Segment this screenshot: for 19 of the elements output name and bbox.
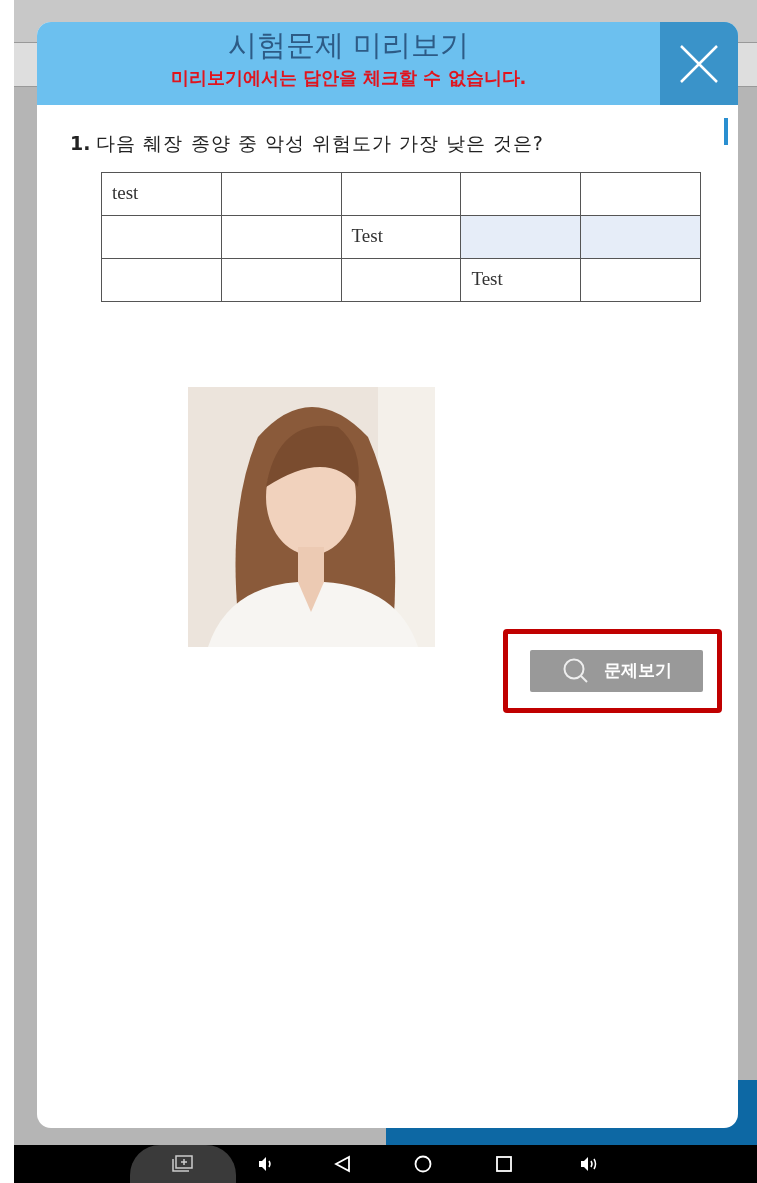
back-icon[interactable]: [334, 1155, 352, 1173]
home-icon[interactable]: [414, 1155, 432, 1173]
scroll-indicator: [724, 118, 728, 145]
volume-down-icon[interactable]: [258, 1156, 274, 1172]
question-number: 1.: [70, 131, 91, 156]
close-icon: [679, 43, 719, 84]
volume-up-icon[interactable]: [580, 1156, 598, 1172]
close-button[interactable]: [660, 22, 738, 105]
table-cell: Test: [460, 258, 581, 301]
screenshot-button[interactable]: [130, 1145, 236, 1183]
search-icon: [561, 656, 590, 685]
question-text: 다음 췌장 종양 중 악성 위험도가 가장 낮은 것은?: [96, 131, 544, 156]
view-question-button[interactable]: 문제보기: [530, 649, 703, 692]
dialog-title: 시험문제 미리보기: [227, 27, 470, 64]
notice-text: 미리보기에서는 답안을 체크할 수 없습니다.: [170, 66, 527, 90]
table-cell: test: [101, 172, 222, 215]
table-cell: Test: [341, 215, 461, 258]
screenshot-icon: [172, 1155, 194, 1173]
recents-icon[interactable]: [496, 1156, 512, 1172]
